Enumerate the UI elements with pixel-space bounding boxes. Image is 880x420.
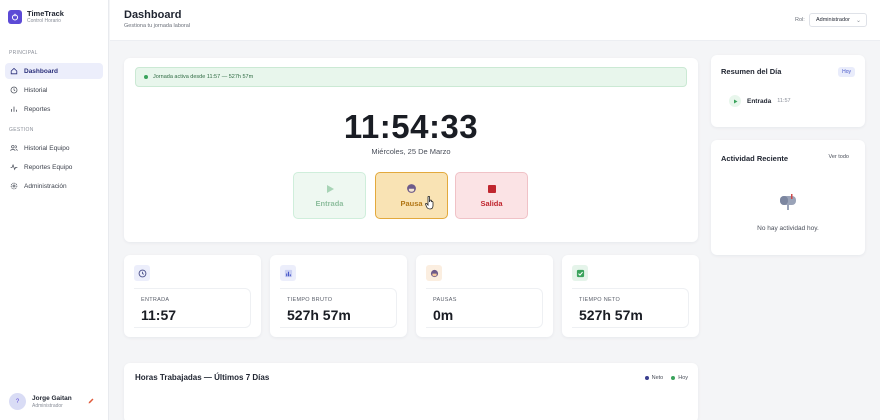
play-icon (729, 95, 741, 107)
sidebar-item-label: Historial Equipo (24, 144, 70, 152)
status-banner: Jornada activa desde 11:57 — 527h 57m (135, 67, 687, 87)
check-icon (572, 265, 588, 281)
legend-label: Neto (651, 375, 664, 381)
stat-panel: TIEMPO BRUTO 527h 57m (280, 288, 397, 328)
app-subtitle: Control Horario (27, 18, 61, 24)
sidebar: TimeTrack Control Horario PRINCIPAL Dash… (0, 0, 109, 420)
role-select-value: Administrador (816, 17, 850, 23)
section-label-principal: PRINCIPAL (9, 50, 38, 56)
status-text: Jornada activa desde 11:57 — 527h 57m (153, 74, 254, 80)
play-icon (326, 184, 334, 193)
role-select[interactable]: Administrador ⌄ (809, 13, 867, 27)
stat-label: ENTRADA (141, 297, 170, 303)
user-role: Administrador (32, 402, 63, 409)
page-header: Dashboard Gestiona tu jornada laboral Ro… (110, 0, 880, 41)
legend-item-hoy: Hoy (671, 375, 688, 381)
chevron-down-icon: ⌄ (855, 18, 861, 24)
chart-title: Horas Trabajadas — Últimos 7 Días (135, 373, 270, 382)
user-name: Jorge Gaitan (32, 394, 72, 402)
recent-activity-title: Actividad Reciente (721, 154, 789, 163)
salida-button[interactable]: Salida (455, 172, 528, 219)
clock-card: Jornada activa desde 11:57 — 527h 57m 11… (124, 58, 698, 242)
app-name: TimeTrack (27, 9, 64, 18)
salida-button-label: Salida (480, 198, 503, 208)
summary-entry-time: 11:57 (777, 98, 791, 104)
view-all-link[interactable]: Ver todo (829, 154, 850, 160)
sidebar-item-reportes-equipo[interactable]: Reportes Equipo (5, 159, 103, 175)
stat-label: TIEMPO NETO (579, 297, 621, 303)
day-summary-title: Resumen del Día (721, 67, 782, 76)
stat-panel: PAUSAS 0m (426, 288, 543, 328)
summary-entry-label: Entrada (747, 97, 772, 105)
status-dot-icon (144, 75, 148, 79)
avatar: ? (9, 393, 26, 410)
role-label: Rol: (795, 17, 805, 23)
mailbox-icon (780, 194, 796, 210)
sidebar-item-administracion[interactable]: Administración (5, 178, 103, 194)
coffee-icon (407, 184, 416, 193)
legend-label: Hoy (678, 375, 688, 381)
stat-value: 11:57 (141, 307, 177, 323)
stat-card-entrada: ENTRADA 11:57 (124, 255, 261, 337)
clock-icon (10, 86, 18, 94)
pausa-button[interactable]: Pausa (375, 172, 448, 219)
section-label-gestion: GESTION (9, 127, 34, 133)
stat-panel: ENTRADA 11:57 (134, 288, 251, 328)
stat-value: 0m (433, 307, 454, 323)
sidebar-item-label: Reportes (24, 105, 51, 113)
stat-card-tiempo-bruto: TIEMPO BRUTO 527h 57m (270, 255, 407, 337)
pausa-button-label: Pausa (400, 199, 423, 208)
brand[interactable]: TimeTrack Control Horario (8, 9, 64, 25)
sidebar-item-historial-equipo[interactable]: Historial Equipo (5, 140, 103, 156)
sidebar-item-label: Administración (24, 182, 67, 190)
sidebar-item-dashboard[interactable]: Dashboard (5, 63, 103, 79)
chart-legend: Neto Hoy (644, 375, 688, 381)
sidebar-item-reportes[interactable]: Reportes (5, 101, 103, 117)
recent-activity-card: Actividad Reciente Ver todo No hay activ… (711, 140, 865, 255)
day-summary-card: Resumen del Día Hoy Entrada 11:57 (711, 55, 865, 127)
user-profile[interactable]: ? Jorge Gaitan Administrador (9, 393, 101, 410)
clock-display: 11:54:33 (343, 108, 479, 145)
stat-panel: TIEMPO NETO 527h 57m (572, 288, 689, 328)
today-badge: Hoy (838, 67, 855, 77)
stat-label: TIEMPO BRUTO (287, 297, 333, 303)
stat-card-pausas: PAUSAS 0m (416, 255, 553, 337)
sidebar-item-historial[interactable]: Historial (5, 82, 103, 98)
activity-icon (10, 163, 18, 171)
stat-value: 527h 57m (579, 307, 643, 323)
bar-chart-icon (11, 106, 17, 112)
entrada-button[interactable]: Entrada (293, 172, 366, 219)
mouse-cursor-icon (425, 196, 434, 210)
clock-icon (134, 265, 150, 281)
summary-entry-row: Entrada 11:57 (729, 95, 791, 107)
gear-icon (10, 182, 18, 190)
page-subtitle: Gestiona tu jornada laboral (124, 23, 191, 29)
bar-chart-icon (280, 265, 296, 281)
empty-activity-text: No hay actividad hoy. (757, 225, 819, 232)
stat-value: 527h 57m (287, 307, 351, 323)
hours-chart-card: Horas Trabajadas — Últimos 7 Días Neto H… (124, 363, 698, 420)
stop-icon (487, 184, 496, 193)
legend-item-neto: Neto (644, 375, 664, 381)
app-logo-icon (8, 10, 22, 24)
date-display: Miércoles, 25 De Marzo (371, 147, 451, 156)
users-icon (10, 145, 18, 151)
stat-label: PAUSAS (433, 297, 457, 303)
page-title: Dashboard (124, 9, 182, 21)
sidebar-item-label: Historial (24, 86, 48, 94)
coffee-icon (426, 265, 442, 281)
pencil-icon[interactable] (87, 397, 95, 405)
stat-card-tiempo-neto: TIEMPO NETO 527h 57m (562, 255, 699, 337)
entrada-button-label: Entrada (315, 198, 344, 208)
sidebar-item-label: Reportes Equipo (24, 163, 73, 171)
sidebar-item-label: Dashboard (24, 67, 58, 75)
home-icon (10, 67, 18, 75)
